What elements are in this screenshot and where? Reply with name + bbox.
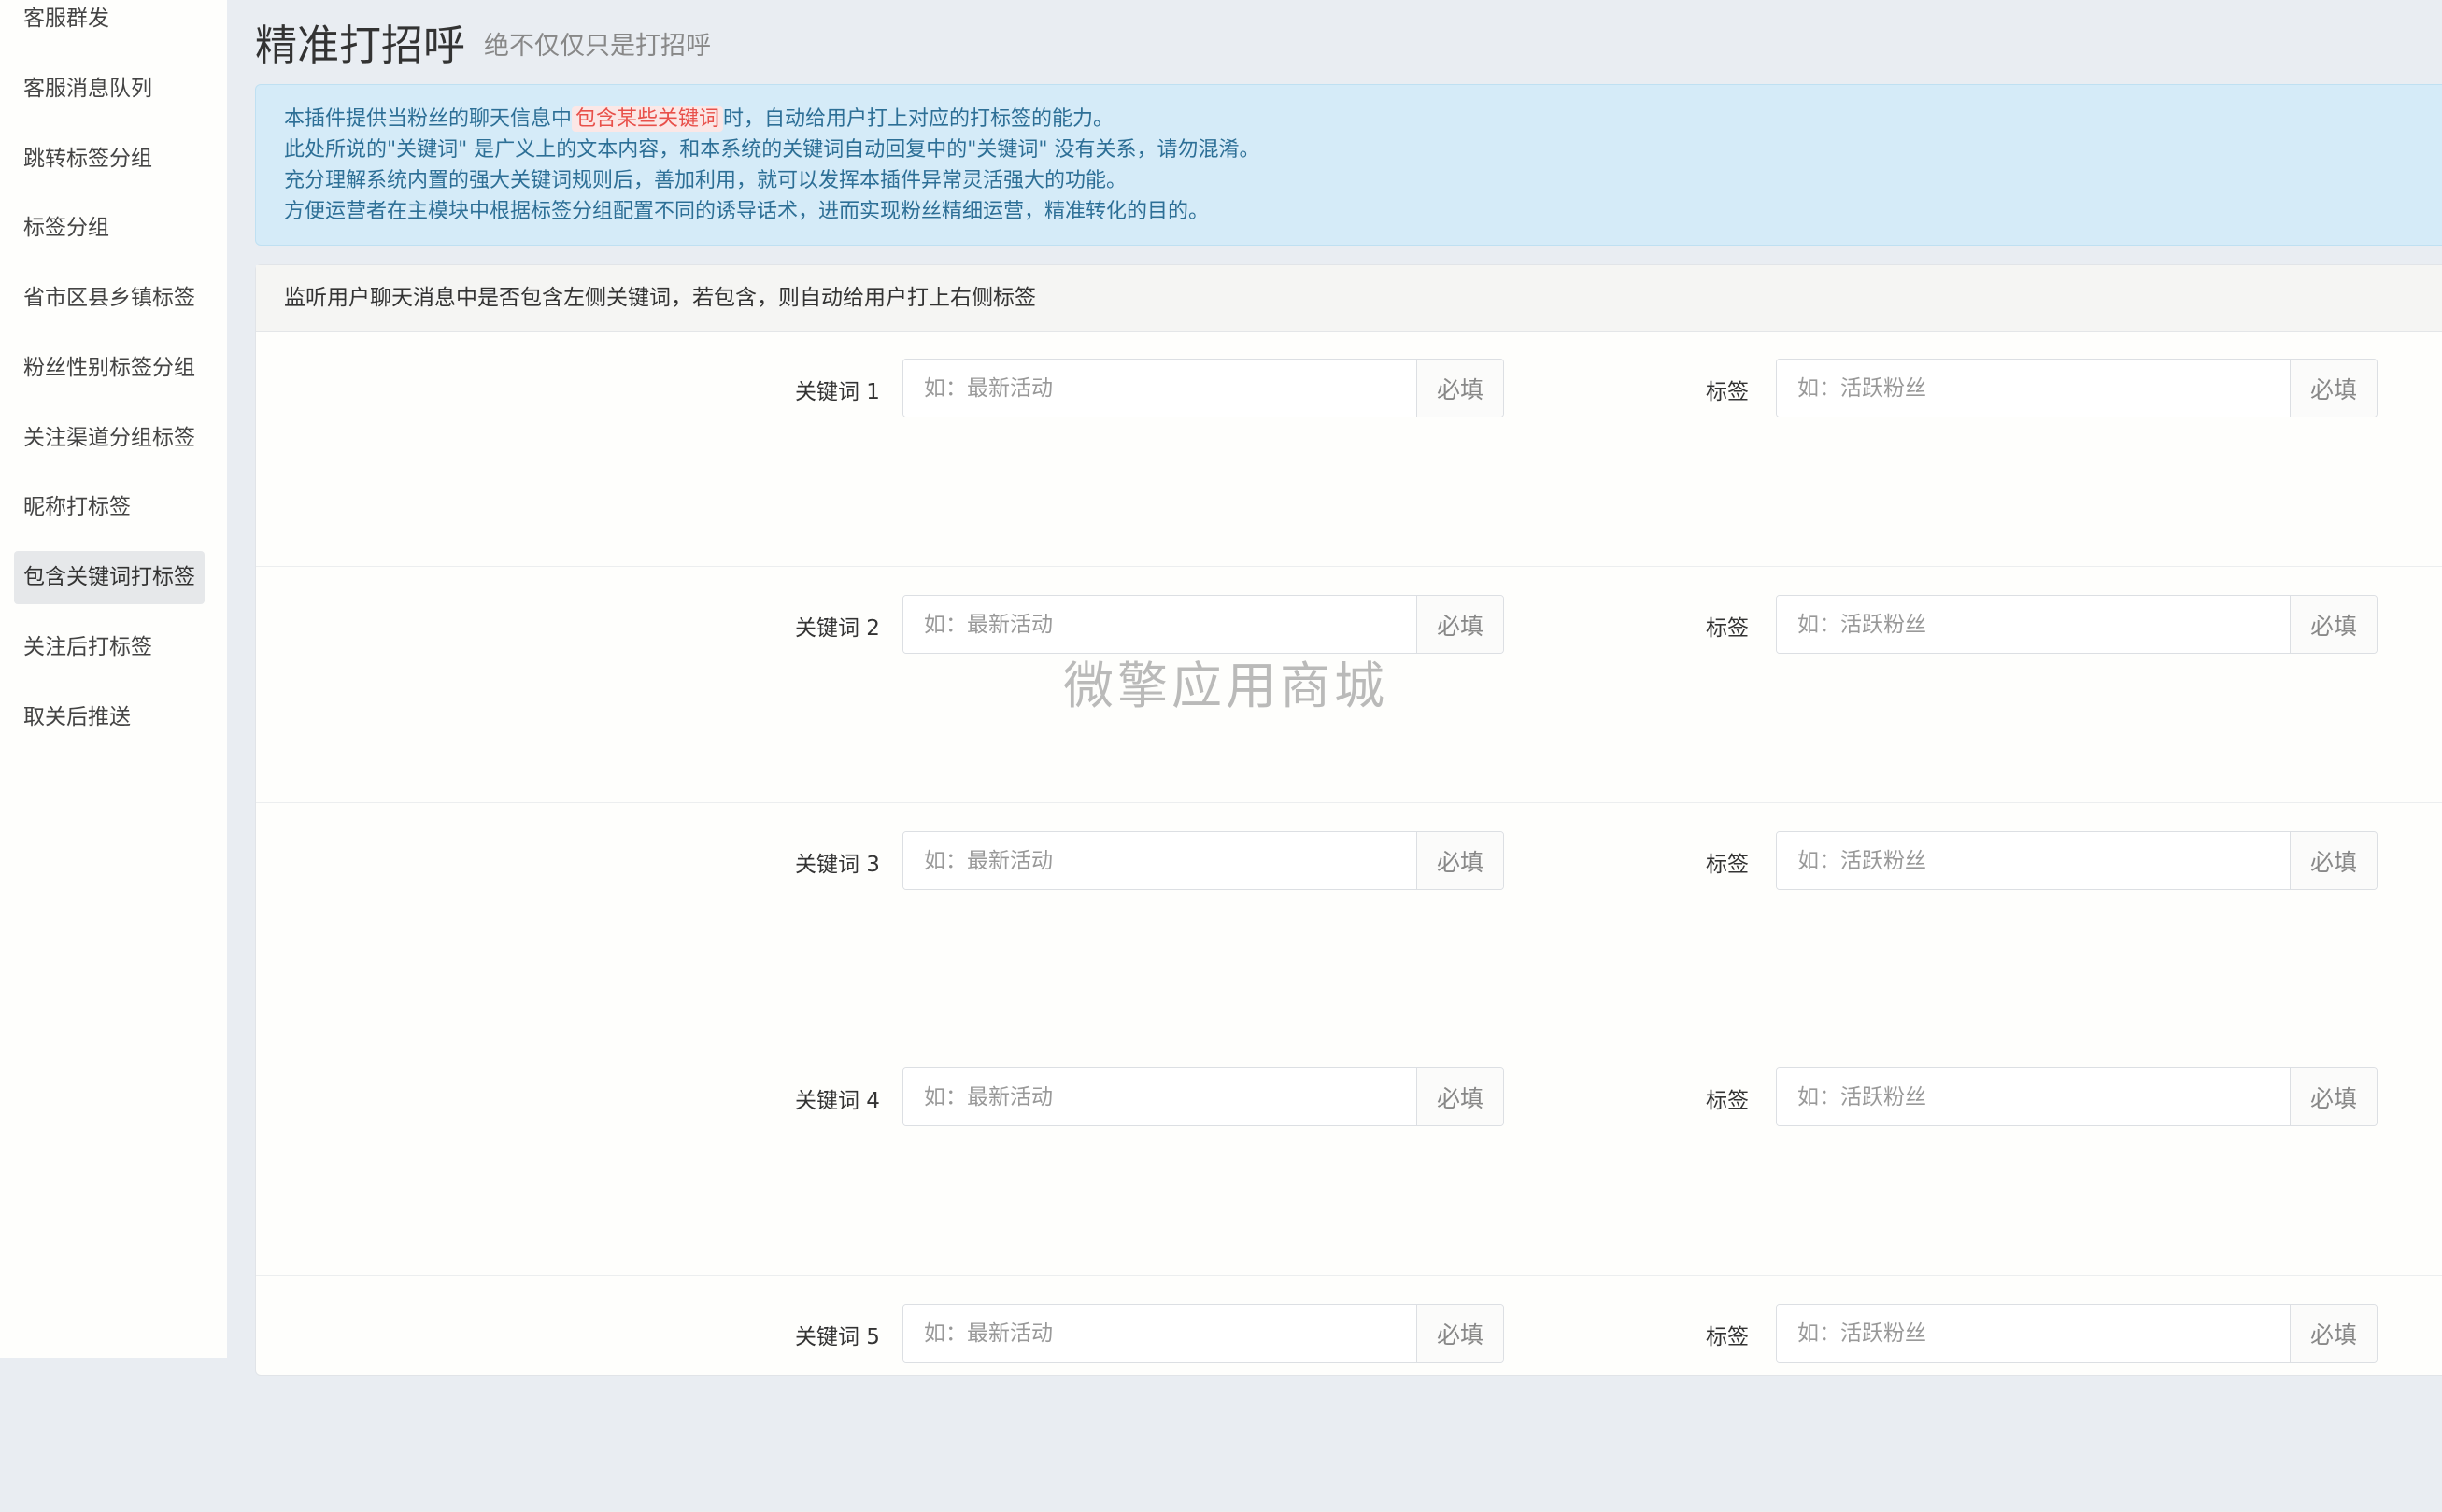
- keyword-input-group: 必填: [902, 1067, 1504, 1126]
- notice-line-1-before: 本插件提供当粉丝的聊天信息中: [284, 107, 573, 131]
- info-notice: 本插件提供当粉丝的聊天信息中 包含某些关键词 时，自动给用户打上对应的打标签的能力。…: [255, 84, 2442, 246]
- required-addon: 必填: [1416, 832, 1503, 889]
- sidebar-item-tag-group[interactable]: 标签分组: [14, 202, 205, 255]
- sidebar-item-jump-tag-group[interactable]: 跳转标签分组: [14, 133, 205, 186]
- required-addon: 必填: [1416, 1305, 1503, 1362]
- sidebar-item-keyword-tagging[interactable]: 包含关键词打标签: [14, 551, 205, 604]
- sidebar-item-gender-tag-group[interactable]: 粉丝性别标签分组: [14, 342, 205, 395]
- sidebar-item-unfollow-push[interactable]: 取关后推送: [14, 691, 205, 744]
- keyword-input[interactable]: [903, 832, 1416, 889]
- tag-label: 标签: [1706, 616, 1749, 641]
- tag-input[interactable]: [1777, 1305, 2290, 1362]
- notice-highlight: 包含某些关键词: [572, 106, 724, 132]
- sidebar: 客服群发 客服消息队列 跳转标签分组 标签分组 省市区县乡镇标签 粉丝性别标签分…: [0, 0, 227, 1358]
- notice-line-3: 充分理解系统内置的强大关键词规则后，善加利用，就可以发挥本插件异常灵活强大的功能…: [284, 169, 1128, 192]
- tag-input[interactable]: [1777, 832, 2290, 889]
- tag-label: 标签: [1706, 380, 1749, 404]
- required-addon: 必填: [2290, 1068, 2377, 1125]
- notice-line-4: 方便运营者在主模块中根据标签分组配置不同的诱导话术，进而实现粉丝精细运营，精准转…: [284, 200, 1210, 223]
- tag-label: 标签: [1706, 1089, 1749, 1113]
- keyword-input[interactable]: [903, 596, 1416, 653]
- sidebar-item-nickname-tagging[interactable]: 昵称打标签: [14, 481, 205, 534]
- keyword-input[interactable]: [903, 360, 1416, 417]
- required-addon: 必填: [1416, 360, 1503, 417]
- sidebar-item-customer-message-queue[interactable]: 客服消息队列: [14, 63, 205, 116]
- sidebar-item-customer-broadcast[interactable]: 客服群发: [14, 0, 205, 46]
- keyword-label: 关键词 1: [795, 380, 880, 404]
- keyword-input[interactable]: [903, 1068, 1416, 1125]
- sidebar-item-follow-tagging[interactable]: 关注后打标签: [14, 621, 205, 674]
- keyword-input-group: 必填: [902, 1304, 1504, 1363]
- required-addon: 必填: [2290, 832, 2377, 889]
- tag-input-group: 必填: [1776, 359, 2378, 417]
- required-addon: 必填: [1416, 1068, 1503, 1125]
- keyword-input-group: 必填: [902, 359, 1504, 417]
- tag-input[interactable]: [1777, 596, 2290, 653]
- tag-label: 标签: [1706, 1325, 1749, 1349]
- panel-heading: 监听用户聊天消息中是否包含左侧关键词，若包含，则自动给用户打上右侧标签: [256, 265, 2442, 332]
- tag-input[interactable]: [1777, 1068, 2290, 1125]
- sidebar-item-region-tags[interactable]: 省市区县乡镇标签: [14, 272, 205, 325]
- page-subtitle: 绝不仅仅只是打招呼: [484, 32, 711, 61]
- keyword-input-group: 必填: [902, 831, 1504, 890]
- keyword-label: 关键词 5: [795, 1325, 880, 1349]
- page-title: 精准打招呼: [255, 21, 466, 70]
- keyword-label: 关键词 2: [795, 616, 880, 641]
- keyword-input[interactable]: [903, 1305, 1416, 1362]
- tag-input-group: 必填: [1776, 1067, 2378, 1126]
- keyword-tag-row-1: 关键词 1 必填 标签 必填: [256, 331, 2442, 567]
- tag-input[interactable]: [1777, 360, 2290, 417]
- keyword-input-group: 必填: [902, 595, 1504, 654]
- required-addon: 必填: [1416, 596, 1503, 653]
- required-addon: 必填: [2290, 596, 2377, 653]
- tag-input-group: 必填: [1776, 595, 2378, 654]
- notice-line-2: 此处所说的"关键词" 是广义上的文本内容，和本系统的关键词自动回复中的"关键词"…: [284, 138, 1260, 162]
- notice-line-1-after: 时，自动给用户打上对应的打标签的能力。: [723, 107, 1115, 131]
- main-content: 精准打招呼 绝不仅仅只是打招呼 本插件提供当粉丝的聊天信息中 包含某些关键词 时，自…: [227, 0, 2442, 1512]
- keyword-tag-panel: 监听用户聊天消息中是否包含左侧关键词，若包含，则自动给用户打上右侧标签 关键词 …: [255, 264, 2442, 1512]
- keyword-tag-row-4: 关键词 4 必填 标签 必填: [256, 1039, 2442, 1276]
- tag-input-group: 必填: [1776, 831, 2378, 890]
- keyword-tag-row-3: 关键词 3 必填 标签 必填: [256, 803, 2442, 1039]
- sidebar-item-channel-tag-group[interactable]: 关注渠道分组标签: [14, 412, 205, 465]
- keyword-label: 关键词 4: [795, 1089, 880, 1113]
- tag-label: 标签: [1706, 853, 1749, 877]
- keyword-label: 关键词 3: [795, 853, 880, 877]
- tag-input-group: 必填: [1776, 1304, 2378, 1363]
- keyword-tag-row-5: 关键词 5 必填 标签 必填: [256, 1276, 2442, 1512]
- notice-line-1: 本插件提供当粉丝的聊天信息中 包含某些关键词 时，自动给用户打上对应的打标签的能力。: [284, 104, 2442, 134]
- required-addon: 必填: [2290, 1305, 2377, 1362]
- keyword-tag-row-2: 关键词 2 必填 标签 必填: [256, 567, 2442, 803]
- required-addon: 必填: [2290, 360, 2377, 417]
